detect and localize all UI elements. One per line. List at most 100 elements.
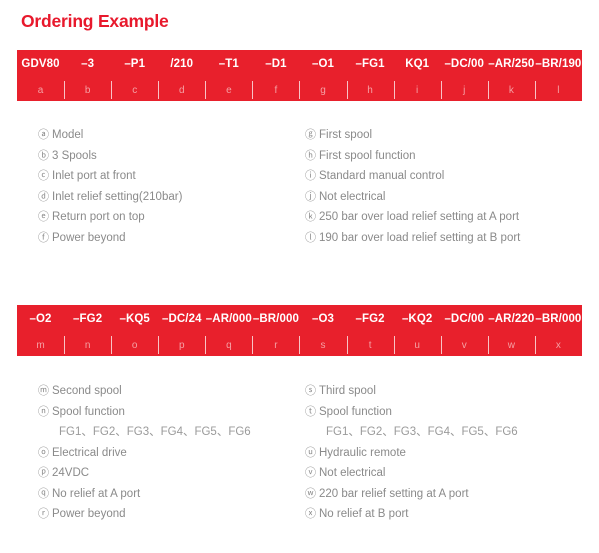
legend-marker-n: ⓝ xyxy=(38,405,49,418)
legend-label: Hydraulic remote xyxy=(319,446,406,459)
legend-sublabel-spool-functions: FG1、FG2、FG3、FG4、FG5、FG6 xyxy=(59,426,251,438)
legend-marker-p: ⓟ xyxy=(38,467,49,479)
legend-label: 190 bar over load relief setting at B po… xyxy=(319,231,521,244)
order-code-cell: –DC/00 xyxy=(444,58,485,71)
order-code-cell: –O3 xyxy=(311,313,335,326)
order-code-cell: –AR/220 xyxy=(488,313,535,326)
legend-sublabel-spool-functions: FG1、FG2、FG3、FG4、FG5、FG6 xyxy=(326,426,518,438)
legend-column-left: ⓜ Second spool ⓝ Spool function FG1、FG2、… xyxy=(17,381,302,525)
legend-label: 220 bar relief setting at A port xyxy=(319,487,469,500)
legend-item: ⓤ Hydraulic remote xyxy=(305,443,587,464)
legend-marker-j: ⓙ xyxy=(305,190,316,203)
legend-item: ⓧ No relief at B port xyxy=(305,504,587,525)
order-letter-cell: w xyxy=(487,335,535,354)
legend-marker-c: ⓒ xyxy=(38,170,49,182)
order-code-cell: GDV80 xyxy=(21,58,60,71)
legend-label: Power beyond xyxy=(52,508,126,520)
order-code-cell: –P1 xyxy=(124,58,146,71)
legend-label: 250 bar over load relief setting at A po… xyxy=(319,211,520,223)
legend-marker-q: ⓠ xyxy=(38,487,49,500)
legend-label: Not electrical xyxy=(319,190,386,203)
order-code-cell: /210 xyxy=(170,58,194,71)
order-letter-cell: i xyxy=(393,80,441,99)
order-letter-row-1: a b c d e f g h i j k l xyxy=(17,80,582,101)
order-letter-cell: t xyxy=(346,335,394,354)
legend-marker-f: ⓕ xyxy=(38,231,49,244)
legend-marker-e: ⓔ xyxy=(38,211,49,223)
order-letter-cell: h xyxy=(346,80,394,99)
legend-item: ⓝ Spool function xyxy=(17,402,302,423)
order-code-cell: –BR/190 xyxy=(535,58,582,71)
legend-label: Spool function xyxy=(52,405,125,418)
legend-marker-o: ⓞ xyxy=(38,446,49,459)
legend-label: 24VDC xyxy=(52,467,90,479)
legend-item: ⓛ 190 bar over load relief setting at B … xyxy=(305,228,587,249)
legend-column-right: ⓖ First spool ⓗ First spool function ⓘ S… xyxy=(302,125,587,248)
order-letter-cell: m xyxy=(36,339,45,351)
legend-item: ⓕ Power beyond xyxy=(17,228,302,249)
legend-label: Not electrical xyxy=(319,467,386,479)
legend-label: Spool function xyxy=(319,405,392,418)
legend-label: First spool xyxy=(319,129,373,141)
legend-label: No relief at B port xyxy=(319,508,409,520)
legend-label: Second spool xyxy=(52,385,122,397)
legend-item: ⓑ 3 Spools xyxy=(17,146,302,167)
legend-marker-i: ⓘ xyxy=(305,170,316,182)
legend-item: ⓟ 24VDC xyxy=(17,463,302,484)
order-letter-cell: n xyxy=(64,335,111,354)
ordering-example-page: Ordering Example GDV80 –3 –P1 /210 –T1 –… xyxy=(0,0,599,553)
legend-marker-v: ⓥ xyxy=(305,467,316,479)
legend-item: ⓡ Power beyond xyxy=(17,504,302,525)
order-code-cell: –FG2 xyxy=(73,313,103,326)
order-code-cell: –KQ2 xyxy=(401,313,433,326)
legend-marker-g: ⓖ xyxy=(305,129,316,141)
legend-item: ⓐ Model xyxy=(17,125,302,146)
legend-item: ⓦ 220 bar relief setting at A port xyxy=(305,484,587,505)
order-code-cell: –D1 xyxy=(265,58,287,71)
legend-marker-x: ⓧ xyxy=(305,508,316,520)
order-letter-cell: g xyxy=(299,80,346,99)
order-code-bar-1: GDV80 –3 –P1 /210 –T1 –D1 –O1 –FG1 KQ1 –… xyxy=(17,50,582,101)
order-code-cell: –3 xyxy=(81,58,95,71)
legend-label: No relief at A port xyxy=(52,487,141,500)
order-code-bar-2: –O2 –FG2 –KQ5 –DC/24 –AR/000 –BR/000 –O3… xyxy=(17,305,582,356)
legend-marker-w: ⓦ xyxy=(305,487,316,500)
order-code-cell: –DC/24 xyxy=(161,313,202,326)
order-code-cell: –FG1 xyxy=(355,58,385,71)
order-letter-cell: f xyxy=(252,80,299,99)
legend-marker-a: ⓐ xyxy=(38,129,49,141)
legend-label: Power beyond xyxy=(52,231,126,244)
legend-item: ⓓ Inlet relief setting(210bar) xyxy=(17,187,302,208)
order-code-row-1: GDV80 –3 –P1 /210 –T1 –D1 –O1 –FG1 KQ1 –… xyxy=(17,50,582,80)
legend-label: Model xyxy=(52,129,84,141)
order-letter-cell: r xyxy=(252,335,299,354)
order-letter-cell: d xyxy=(158,80,205,99)
legend-item: ⓚ 250 bar over load relief setting at A … xyxy=(305,207,587,228)
order-code-cell: –O1 xyxy=(311,58,335,71)
legend-label: 3 Spools xyxy=(52,149,97,162)
order-code-cell: –BR/000 xyxy=(535,313,582,326)
legend-label: Inlet relief setting(210bar) xyxy=(52,190,183,203)
order-code-cell: –AR/000 xyxy=(205,313,252,326)
legend-label: First spool function xyxy=(319,149,416,162)
legend-label: Return port on top xyxy=(52,211,145,223)
legend-marker-t: ⓣ xyxy=(305,405,316,418)
order-code-cell: –BR/000 xyxy=(252,313,299,326)
legend-marker-h: ⓗ xyxy=(305,149,316,162)
legend-label: Third spool xyxy=(319,385,376,397)
order-code-cell: –DC/00 xyxy=(444,313,485,326)
order-code-cell: –AR/250 xyxy=(488,58,535,71)
legend-item: ⓢ Third spool xyxy=(305,381,587,402)
legend-item: ⓣ Spool function xyxy=(305,402,587,423)
legend-column-left: ⓐ Model ⓑ 3 Spools ⓒ Inlet port at front… xyxy=(17,125,302,248)
legend-marker-r: ⓡ xyxy=(38,508,49,520)
legend-block-1: ⓐ Model ⓑ 3 Spools ⓒ Inlet port at front… xyxy=(17,125,582,248)
order-letter-cell: c xyxy=(111,80,158,99)
order-letter-cell: j xyxy=(440,80,488,99)
order-code-cell: –KQ5 xyxy=(119,313,150,326)
order-code-cell: KQ1 xyxy=(405,58,430,71)
order-letter-cell: e xyxy=(205,80,252,99)
legend-marker-s: ⓢ xyxy=(305,385,316,397)
order-letter-cell: k xyxy=(487,80,535,99)
legend-label: Inlet port at front xyxy=(52,170,136,182)
